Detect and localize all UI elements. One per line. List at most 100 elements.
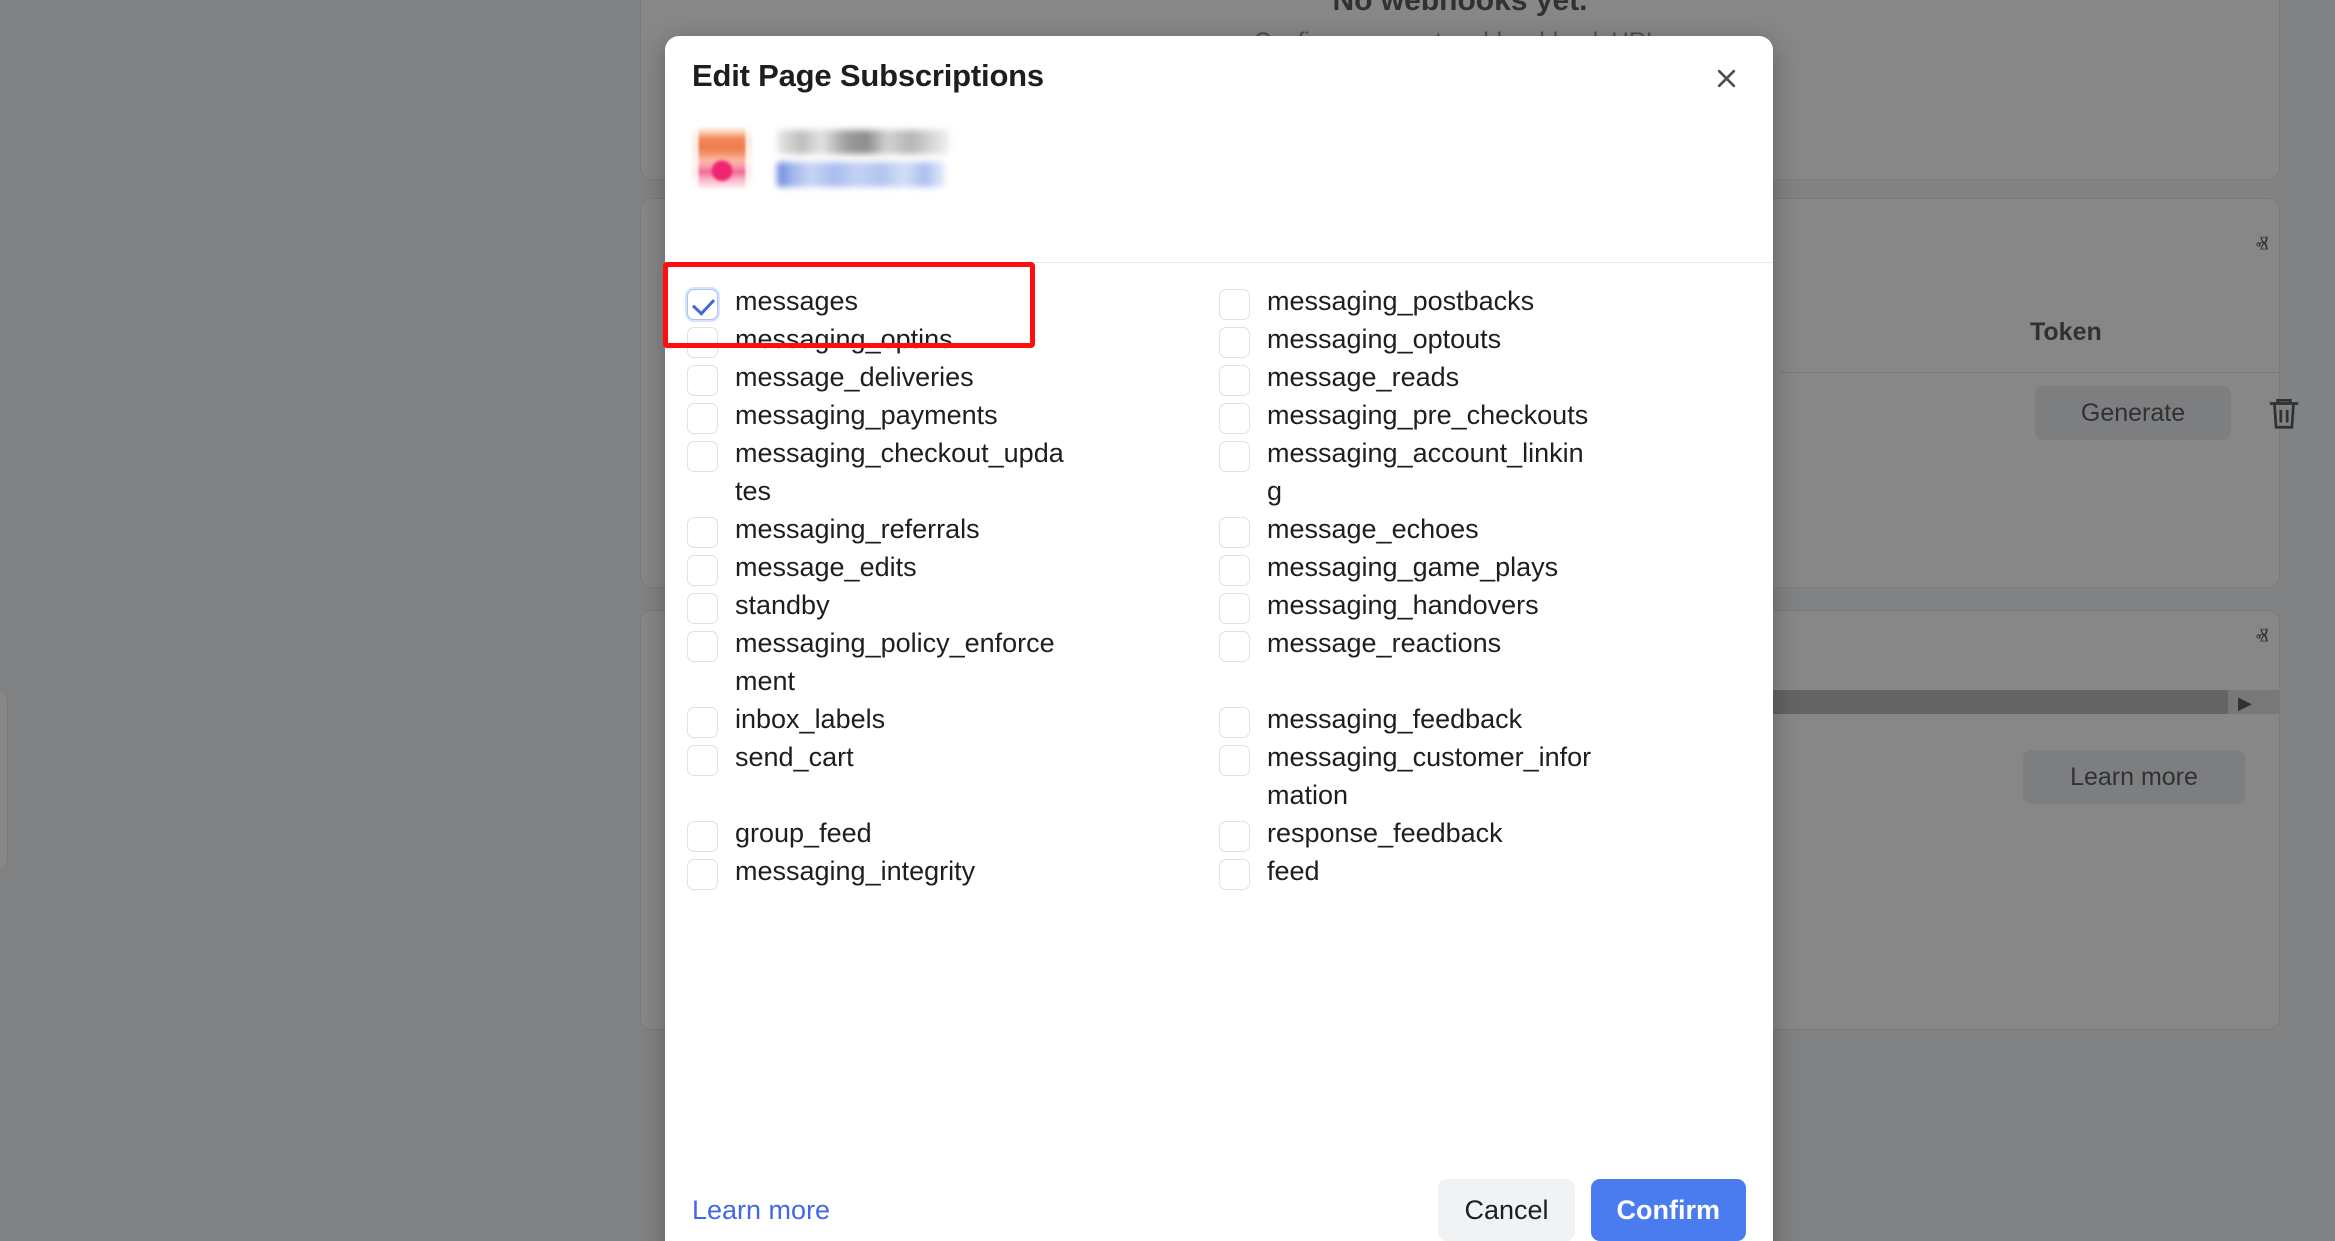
subscription-label[interactable]: messaging_payments bbox=[735, 396, 998, 434]
checkbox-messages[interactable] bbox=[687, 289, 718, 320]
subscription-field[interactable]: response_feedback bbox=[1219, 814, 1751, 852]
checkbox-send_cart[interactable] bbox=[687, 745, 718, 776]
subscription-field[interactable]: messaging_handovers bbox=[1219, 586, 1751, 624]
checkbox-feed[interactable] bbox=[1219, 859, 1250, 890]
checkbox-inbox_labels[interactable] bbox=[687, 707, 718, 738]
subscription-field[interactable]: messaging_referrals bbox=[687, 510, 1219, 548]
subscription-label[interactable]: group_feed bbox=[735, 814, 872, 852]
checkbox-messaging_account_linking[interactable] bbox=[1219, 441, 1250, 472]
checkbox-messaging_feedback[interactable] bbox=[1219, 707, 1250, 738]
subscription-field[interactable]: messaging_account_linking bbox=[1219, 434, 1751, 510]
subscription-row: messaging_checkout_updates messaging_acco… bbox=[687, 434, 1751, 510]
subscription-field[interactable]: message_echoes bbox=[1219, 510, 1751, 548]
confirm-button[interactable]: Confirm bbox=[1590, 1179, 1746, 1241]
subscription-label[interactable]: message_reads bbox=[1267, 358, 1459, 396]
subscription-field[interactable]: messaging_feedback bbox=[1219, 700, 1751, 738]
subscription-label[interactable]: messaging_postbacks bbox=[1267, 282, 1534, 320]
dialog-divider bbox=[665, 262, 1773, 263]
subscription-label[interactable]: message_reactions bbox=[1267, 624, 1501, 662]
subscription-label[interactable]: inbox_labels bbox=[735, 700, 885, 738]
checkbox-messaging_game_plays[interactable] bbox=[1219, 555, 1250, 586]
subscription-label[interactable]: messaging_optouts bbox=[1267, 320, 1501, 358]
checkbox-messaging_optins[interactable] bbox=[687, 327, 718, 358]
subscription-label[interactable]: response_feedback bbox=[1267, 814, 1503, 852]
subscription-row: messaging_referrals message_echoes bbox=[687, 510, 1751, 548]
subscription-field[interactable]: messaging_optouts bbox=[1219, 320, 1751, 358]
checkbox-messaging_handovers[interactable] bbox=[1219, 593, 1250, 624]
checkbox-group_feed[interactable] bbox=[687, 821, 718, 852]
page-avatar bbox=[692, 126, 752, 190]
cancel-button[interactable]: Cancel bbox=[1438, 1179, 1575, 1241]
checkbox-message_deliveries[interactable] bbox=[687, 365, 718, 396]
dialog-header: Edit Page Subscriptions bbox=[665, 36, 1773, 116]
subscription-label[interactable]: feed bbox=[1267, 852, 1320, 890]
subscription-fields-grid: messages messaging_postbacks messaging_opt… bbox=[665, 282, 1773, 890]
edit-page-subscriptions-dialog: Edit Page Subscriptions messages messagin… bbox=[665, 36, 1773, 1241]
subscription-label[interactable]: messages bbox=[735, 282, 858, 320]
subscription-field[interactable]: messaging_optins bbox=[687, 320, 1219, 358]
subscription-field[interactable]: message_reactions bbox=[1219, 624, 1751, 700]
checkbox-messaging_policy_enforcement[interactable] bbox=[687, 631, 718, 662]
subscription-row: send_cart messaging_customer_information bbox=[687, 738, 1751, 814]
checkbox-messaging_checkout_updates[interactable] bbox=[687, 441, 718, 472]
subscription-field[interactable]: standby bbox=[687, 586, 1219, 624]
subscription-label[interactable]: messaging_handovers bbox=[1267, 586, 1539, 624]
checkbox-message_reactions[interactable] bbox=[1219, 631, 1250, 662]
dialog-footer: Learn more Cancel Confirm bbox=[665, 1154, 1773, 1241]
subscription-label[interactable]: message_deliveries bbox=[735, 358, 974, 396]
subscription-row: messaging_payments messaging_pre_checkout… bbox=[687, 396, 1751, 434]
subscription-field[interactable]: send_cart bbox=[687, 738, 1219, 814]
subscription-label[interactable]: messaging_checkout_updates bbox=[735, 434, 1065, 510]
checkbox-messaging_customer_information[interactable] bbox=[1219, 745, 1250, 776]
subscription-field[interactable]: message_deliveries bbox=[687, 358, 1219, 396]
learn-more-link[interactable]: Learn more bbox=[692, 1195, 830, 1226]
page-id-redacted bbox=[777, 162, 945, 187]
checkbox-messaging_referrals[interactable] bbox=[687, 517, 718, 548]
subscription-field[interactable]: message_reads bbox=[1219, 358, 1751, 396]
subscription-label[interactable]: messaging_feedback bbox=[1267, 700, 1522, 738]
subscription-field[interactable]: messaging_customer_information bbox=[1219, 738, 1751, 814]
subscription-field[interactable]: group_feed bbox=[687, 814, 1219, 852]
dialog-actions: Cancel Confirm bbox=[1438, 1179, 1746, 1241]
subscription-field[interactable]: messaging_checkout_updates bbox=[687, 434, 1219, 510]
subscription-field[interactable]: messaging_integrity bbox=[687, 852, 1219, 890]
subscription-label[interactable]: messaging_optins bbox=[735, 320, 953, 358]
checkbox-messaging_integrity[interactable] bbox=[687, 859, 718, 890]
subscription-label[interactable]: message_echoes bbox=[1267, 510, 1479, 548]
checkbox-messaging_pre_checkouts[interactable] bbox=[1219, 403, 1250, 434]
close-icon[interactable] bbox=[1706, 58, 1746, 98]
subscription-row: messaging_policy_enforcement message_reac… bbox=[687, 624, 1751, 700]
checkbox-messaging_optouts[interactable] bbox=[1219, 327, 1250, 358]
checkbox-response_feedback[interactable] bbox=[1219, 821, 1250, 852]
subscription-row: messages messaging_postbacks bbox=[687, 282, 1751, 320]
subscription-label[interactable]: standby bbox=[735, 586, 830, 624]
subscription-field[interactable]: messaging_pre_checkouts bbox=[1219, 396, 1751, 434]
checkbox-message_echoes[interactable] bbox=[1219, 517, 1250, 548]
subscription-field[interactable]: message_edits bbox=[687, 548, 1219, 586]
subscription-row: message_deliveries message_reads bbox=[687, 358, 1751, 396]
subscription-field[interactable]: messaging_postbacks bbox=[1219, 282, 1751, 320]
subscription-label[interactable]: messaging_policy_enforcement bbox=[735, 624, 1065, 700]
subscription-label[interactable]: send_cart bbox=[735, 738, 854, 776]
checkbox-message_reads[interactable] bbox=[1219, 365, 1250, 396]
page-name-redacted bbox=[777, 130, 949, 154]
subscription-label[interactable]: messaging_game_plays bbox=[1267, 548, 1558, 586]
checkbox-messaging_postbacks[interactable] bbox=[1219, 289, 1250, 320]
subscription-field[interactable]: messaging_payments bbox=[687, 396, 1219, 434]
checkbox-messaging_payments[interactable] bbox=[687, 403, 718, 434]
subscription-field[interactable]: messaging_policy_enforcement bbox=[687, 624, 1219, 700]
subscription-row: inbox_labels messaging_feedback bbox=[687, 700, 1751, 738]
subscription-field[interactable]: feed bbox=[1219, 852, 1751, 890]
page-identity-row bbox=[665, 116, 1773, 232]
subscription-label[interactable]: message_edits bbox=[735, 548, 917, 586]
subscription-field[interactable]: inbox_labels bbox=[687, 700, 1219, 738]
subscription-label[interactable]: messaging_referrals bbox=[735, 510, 980, 548]
subscription-label[interactable]: messaging_pre_checkouts bbox=[1267, 396, 1588, 434]
subscription-field[interactable]: messaging_game_plays bbox=[1219, 548, 1751, 586]
subscription-field[interactable]: messages bbox=[687, 282, 1219, 320]
subscription-label[interactable]: messaging_integrity bbox=[735, 852, 975, 890]
checkbox-standby[interactable] bbox=[687, 593, 718, 624]
subscription-label[interactable]: messaging_account_linking bbox=[1267, 434, 1597, 510]
subscription-label[interactable]: messaging_customer_information bbox=[1267, 738, 1597, 814]
checkbox-message_edits[interactable] bbox=[687, 555, 718, 586]
